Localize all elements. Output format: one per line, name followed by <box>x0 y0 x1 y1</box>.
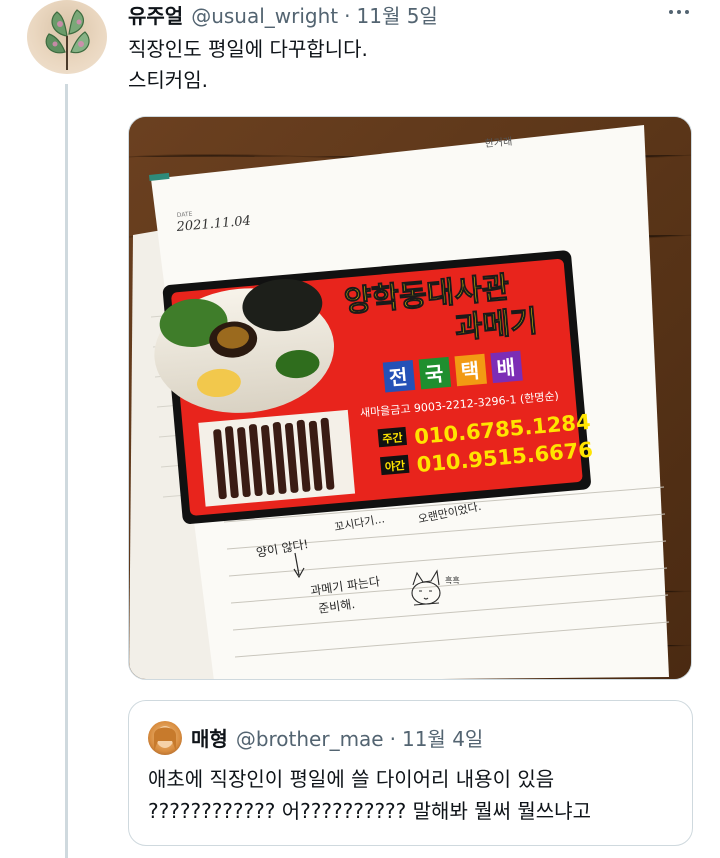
more-dot <box>669 10 673 14</box>
date-label: DATE <box>177 211 193 219</box>
quoted-author-handle[interactable]: @brother_mae <box>236 727 384 751</box>
gwamegi-sticker: 양학동대사관 과메기 전 국 택 배 새마을금고 9003-2212-3296-… <box>154 250 594 524</box>
quoted-separator-dot: · <box>389 727 396 751</box>
more-dot <box>677 10 681 14</box>
sticker-day-label: 주간 <box>382 430 403 446</box>
tweet-timestamp[interactable]: 11월 5일 <box>357 0 438 29</box>
delivery-char-3: 택 <box>460 358 480 384</box>
diary-photo: 한거래 DATE 2021.11.04 양학동대사관 과메기 전 국 택 배 새… <box>129 117 691 679</box>
handwriting-cat-note: 흑흑 <box>445 575 460 585</box>
tweet-photo[interactable]: 한거래 DATE 2021.11.04 양학동대사관 과메기 전 국 택 배 새… <box>128 116 692 680</box>
more-options-icon[interactable] <box>664 2 694 22</box>
delivery-char-4: 배 <box>496 355 516 381</box>
delivery-char-2: 국 <box>424 361 444 387</box>
tweet-header: 유주얼 @usual_wright · 11월 5일 <box>128 0 438 29</box>
author-handle[interactable]: @usual_wright <box>191 4 338 28</box>
thread-connector-line <box>65 84 68 858</box>
quoted-author-name[interactable]: 매형 <box>191 723 228 752</box>
quoted-tweet[interactable]: 매형 @brother_mae · 11월 4일 애초에 직장인이 평일에 쓸 … <box>128 700 693 846</box>
author-name[interactable]: 유주얼 <box>128 0 183 29</box>
author-avatar[interactable] <box>27 0 107 74</box>
quoted-tweet-text: 애초에 직장인이 평일에 쓸 다이어리 내용이 있음 ???????????? … <box>148 767 591 823</box>
tweet-text: 직장인도 평일에 다꾸합니다. 스티커임. <box>128 37 368 92</box>
sticker-night-label: 야간 <box>384 458 405 474</box>
delivery-char-1: 전 <box>388 365 408 391</box>
avatar-plant-illustration <box>45 9 90 70</box>
quoted-author-avatar[interactable] <box>148 721 182 755</box>
quoted-avatar-illustration <box>154 726 176 751</box>
separator-dot: · <box>344 4 351 28</box>
quoted-tweet-timestamp[interactable]: 11월 4일 <box>402 723 483 752</box>
quoted-tweet-header: 매형 @brother_mae · 11월 4일 <box>191 723 483 752</box>
more-dot <box>685 10 689 14</box>
notebook-brand: 한거래 <box>484 136 513 150</box>
sticker-title-line2: 과메기 <box>454 304 540 346</box>
